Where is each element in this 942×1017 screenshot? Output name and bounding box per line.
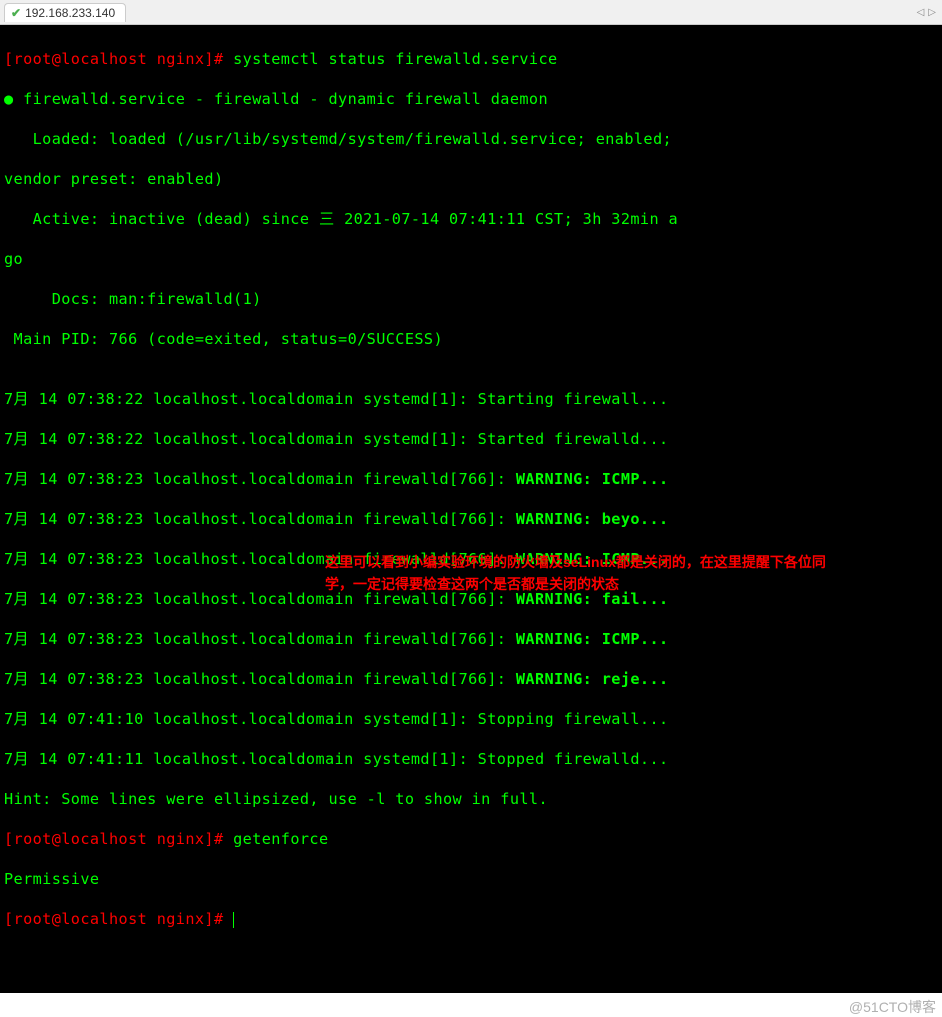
cursor bbox=[233, 912, 234, 928]
permissive-line: Permissive bbox=[4, 869, 940, 889]
prompt: [root@localhost nginx] bbox=[4, 910, 214, 928]
prompt-symbol: # bbox=[214, 50, 224, 68]
loaded-line: Loaded: loaded (/usr/lib/systemd/system/… bbox=[4, 129, 940, 149]
log-line: 7月 14 07:41:11 localhost.localdomain sys… bbox=[4, 749, 940, 769]
terminal-output[interactable]: [root@localhost nginx]# systemctl status… bbox=[0, 25, 942, 993]
log-line: 7月 14 07:38:23 localhost.localdomain fir… bbox=[4, 469, 940, 489]
prompt-symbol: # bbox=[214, 830, 224, 848]
check-icon: ✔ bbox=[11, 6, 21, 20]
log-line: 7月 14 07:38:22 localhost.localdomain sys… bbox=[4, 429, 940, 449]
session-tab[interactable]: ✔ 192.168.233.140 bbox=[4, 3, 126, 22]
watermark: @51CTO博客 bbox=[0, 993, 942, 1017]
mainpid-line: Main PID: 766 (code=exited, status=0/SUC… bbox=[4, 329, 940, 349]
prompt: [root@localhost nginx] bbox=[4, 50, 214, 68]
annotation-note: 这里可以看到小编实验环境的防火墙及seLinux都是关闭的，在这里提醒下各位同 … bbox=[325, 551, 885, 595]
note-line-2: 学，一定记得要检查这两个是否都是关闭的状态 bbox=[325, 573, 885, 595]
vendor-line: vendor preset: enabled) bbox=[4, 169, 940, 189]
hint-line: Hint: Some lines were ellipsized, use -l… bbox=[4, 789, 940, 809]
docs-line: Docs: man:firewalld(1) bbox=[4, 289, 940, 309]
tab-label: 192.168.233.140 bbox=[25, 6, 115, 20]
active-line: Active: inactive (dead) since 三 2021-07-… bbox=[4, 209, 940, 229]
active-line-2: go bbox=[4, 249, 940, 269]
log-line: 7月 14 07:38:23 localhost.localdomain fir… bbox=[4, 629, 940, 649]
command-2: getenforce bbox=[233, 830, 328, 848]
log-line: 7月 14 07:38:23 localhost.localdomain fir… bbox=[4, 669, 940, 689]
log-line: 7月 14 07:38:22 localhost.localdomain sys… bbox=[4, 389, 940, 409]
note-line-1: 这里可以看到小编实验环境的防火墙及seLinux都是关闭的，在这里提醒下各位同 bbox=[325, 551, 885, 573]
command-1: systemctl status firewalld.service bbox=[233, 50, 557, 68]
log-line: 7月 14 07:38:23 localhost.localdomain fir… bbox=[4, 509, 940, 529]
log-line: 7月 14 07:41:10 localhost.localdomain sys… bbox=[4, 709, 940, 729]
tab-bar: ✔ 192.168.233.140 ◁ ▷ bbox=[0, 0, 942, 25]
unit-line: ● firewalld.service - firewalld - dynami… bbox=[4, 89, 940, 109]
prompt-symbol: # bbox=[214, 910, 224, 928]
tab-scroll-controls: ◁ ▷ bbox=[917, 7, 942, 18]
scroll-left-icon[interactable]: ◁ bbox=[917, 7, 925, 18]
scroll-right-icon[interactable]: ▷ bbox=[928, 7, 936, 18]
prompt: [root@localhost nginx] bbox=[4, 830, 214, 848]
